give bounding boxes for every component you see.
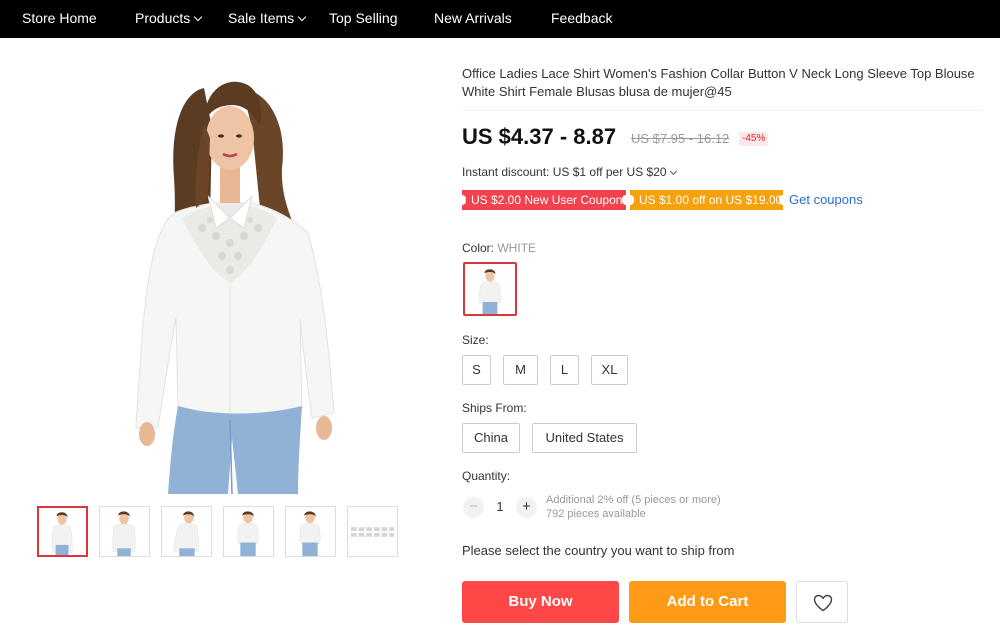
thumbnail-4[interactable] bbox=[223, 506, 274, 557]
color-label: Color: WHITE bbox=[462, 241, 536, 255]
chevron-down-icon bbox=[194, 12, 203, 22]
nav-products-label: Products bbox=[135, 10, 191, 26]
add-to-cart-button[interactable]: Add to Cart bbox=[629, 581, 786, 623]
nav-sale-items-label: Sale Items bbox=[228, 10, 295, 26]
nav-store-home-label: Store Home bbox=[22, 10, 97, 26]
heart-icon bbox=[813, 594, 833, 612]
nav-new-arrivals[interactable]: New Arrivals bbox=[434, 0, 512, 38]
stock-available-note: 792 pieces available bbox=[546, 508, 646, 520]
new-user-coupon-label: US $2.00 New User Coupon bbox=[471, 193, 623, 207]
store-coupon-label: US $1.00 off on US $19.00 bbox=[639, 193, 783, 207]
nav-feedback-label: Feedback bbox=[551, 10, 613, 26]
quantity-label: Quantity: bbox=[462, 469, 511, 483]
store-coupon[interactable]: US $1.00 off on US $19.00 bbox=[630, 190, 783, 210]
instant-discount[interactable]: Instant discount: US $1 off per US $20 bbox=[462, 165, 677, 179]
nav-feedback[interactable]: Feedback bbox=[551, 0, 612, 38]
thumbnail-5[interactable] bbox=[285, 506, 336, 557]
size-option-xl[interactable]: XL bbox=[591, 355, 628, 385]
bulk-discount-note: Additional 2% off (5 pieces or more) bbox=[546, 494, 721, 506]
nav-new-arrivals-label: New Arrivals bbox=[434, 10, 512, 26]
ships-from-label: Ships From: bbox=[462, 401, 527, 415]
size-option-m[interactable]: M bbox=[503, 355, 538, 385]
get-coupons-link[interactable]: Get coupons bbox=[789, 192, 863, 207]
ships-from-china[interactable]: China bbox=[462, 423, 520, 453]
nav-store-home[interactable]: Store Home bbox=[22, 0, 97, 38]
thumbnail-1[interactable] bbox=[37, 506, 88, 557]
color-selected-value: WHITE bbox=[497, 241, 537, 255]
color-label-text: Color: bbox=[462, 241, 495, 255]
size-option-s[interactable]: S bbox=[462, 355, 491, 385]
nav-sale-items[interactable]: Sale Items bbox=[228, 0, 307, 38]
title-divider bbox=[462, 110, 982, 111]
new-user-coupon[interactable]: US $2.00 New User Coupon bbox=[462, 190, 626, 210]
product-title: Office Ladies Lace Shirt Women's Fashion… bbox=[462, 66, 975, 99]
size-label: Size: bbox=[462, 333, 489, 347]
quantity-decrease-button[interactable]: − bbox=[463, 497, 484, 518]
quantity-increase-button[interactable]: + bbox=[516, 497, 537, 518]
store-nav-bar: Store Home Products Sale Items Top Selli… bbox=[0, 0, 1000, 38]
shipping-country-message: Please select the country you want to sh… bbox=[462, 543, 735, 558]
product-photo bbox=[135, 81, 335, 495]
chevron-down-icon bbox=[669, 167, 677, 176]
thumbnail-2[interactable] bbox=[99, 506, 150, 557]
product-price: US $4.37 - 8.87 bbox=[462, 124, 617, 149]
original-price: US $7.95 - 16.12 bbox=[631, 131, 730, 146]
nav-top-selling[interactable]: Top Selling bbox=[329, 0, 398, 38]
discount-badge: -45% bbox=[739, 132, 769, 146]
size-option-l[interactable]: L bbox=[550, 355, 579, 385]
buy-now-button[interactable]: Buy Now bbox=[462, 581, 619, 623]
ships-from-united-states[interactable]: United States bbox=[532, 423, 637, 453]
quantity-value[interactable]: 1 bbox=[492, 499, 508, 514]
nav-top-selling-label: Top Selling bbox=[329, 10, 398, 26]
thumbnail-3[interactable] bbox=[161, 506, 212, 557]
chevron-down-icon bbox=[297, 12, 307, 22]
thumbnail-6[interactable] bbox=[347, 506, 398, 557]
wishlist-button[interactable] bbox=[796, 581, 848, 623]
color-option-white[interactable] bbox=[463, 262, 517, 316]
instant-discount-label: Instant discount: US $1 off per US $20 bbox=[462, 165, 667, 179]
nav-products[interactable]: Products bbox=[135, 0, 203, 38]
main-product-image[interactable] bbox=[112, 68, 368, 495]
